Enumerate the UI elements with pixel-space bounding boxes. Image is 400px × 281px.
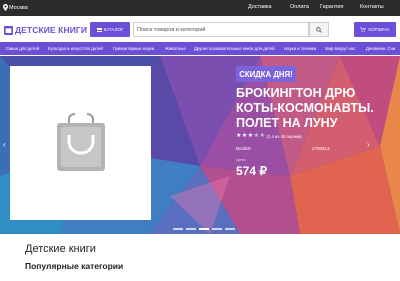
catalog-button[interactable]: КАТАЛОГ xyxy=(90,22,130,37)
nav-item-4[interactable]: Животные xyxy=(165,46,186,51)
link-guarantee[interactable]: Гарантия xyxy=(320,4,344,10)
nav-item-3[interactable]: Гуманитарные науки xyxy=(113,46,154,51)
cart-label: КОРЗИНА xyxy=(368,27,390,32)
slide-dot[interactable] xyxy=(186,228,196,230)
price-label: Цена xyxy=(236,157,246,162)
link-delivery[interactable]: Доставка xyxy=(248,4,278,10)
product-image-placeholder[interactable] xyxy=(10,66,151,220)
star-icon: ★ xyxy=(236,133,242,139)
logo-text: ДЕТСКИЕ КНИГИ xyxy=(15,25,88,35)
page-title: Детские книги xyxy=(25,243,96,255)
product-title[interactable]: БРОКИНГТОН ДРЮ КОТЫ-КОСМОНАВТЫ. ПОЛЕТ НА… xyxy=(236,86,386,131)
category-nav: Смыж для детей Культура и искусство дете… xyxy=(0,42,400,55)
slide-dot[interactable] xyxy=(199,228,209,230)
star-icon: ★ xyxy=(253,133,260,139)
bookid-label: BookID xyxy=(236,146,251,151)
star-icon: ★ xyxy=(259,133,265,139)
star-icon: ★ xyxy=(241,133,248,139)
location-selector[interactable]: Москва xyxy=(3,4,28,11)
logo[interactable]: ДЕТСКИЕ КНИГИ xyxy=(4,25,87,35)
sale-badge: СКИДКА ДНЯ! xyxy=(236,66,296,82)
map-pin-icon xyxy=(3,4,8,11)
nav-item-1[interactable]: Смыж для детей xyxy=(6,46,39,51)
menu-icon xyxy=(96,27,102,32)
chevron-left-icon[interactable]: ‹ xyxy=(3,140,6,149)
slide-dot[interactable] xyxy=(225,228,235,230)
link-payment[interactable]: Оплата xyxy=(290,4,309,10)
slider-dots xyxy=(173,228,235,230)
chevron-right-icon[interactable]: › xyxy=(367,140,370,149)
slide-dot[interactable] xyxy=(173,228,183,230)
nav-item-2[interactable]: Культура и искусство детей xyxy=(48,46,103,51)
book-icon xyxy=(4,25,13,35)
search-button[interactable] xyxy=(309,22,329,37)
product-rating: ★ ★ ★ ★ ★ (2.4 из 49 оценки) xyxy=(236,133,302,139)
nav-item-5[interactable]: Другие познавательные книги для детей xyxy=(194,46,275,51)
cart-button[interactable]: КОРЗИНА xyxy=(354,22,396,37)
nav-item-6[interactable]: Наука и техника xyxy=(284,46,316,51)
nav-item-7[interactable]: Мир вокруг нас xyxy=(325,46,355,51)
search-icon xyxy=(316,26,322,33)
slide-dot[interactable] xyxy=(212,228,222,230)
search-placeholder: Поиск товаров и категорий xyxy=(137,27,206,33)
bookid-value: 2760913 xyxy=(312,146,330,151)
promo-banner[interactable]: СКИДКА ДНЯ! БРОКИНГТОН ДРЮ КОТЫ-КОСМОНАВ… xyxy=(0,56,400,234)
section-subtitle: Популярные категории xyxy=(25,261,124,271)
nav-item-8[interactable]: Дневники. Сни xyxy=(366,46,395,51)
rating-text: (2.4 из 49 оценки) xyxy=(266,133,302,139)
search-input[interactable]: Поиск товаров и категорий xyxy=(133,22,309,37)
star-icon: ★ xyxy=(247,133,254,139)
shopping-bag-icon xyxy=(57,113,105,171)
cart-icon xyxy=(360,27,367,32)
location-label: Москва xyxy=(9,4,28,11)
product-price: 574 ₽ xyxy=(236,164,267,178)
link-contacts[interactable]: Контакты xyxy=(360,4,384,10)
top-bar: Москва Доставка Оплата Гарантия Контакты xyxy=(0,0,400,16)
catalog-label: КАТАЛОГ xyxy=(103,27,124,32)
